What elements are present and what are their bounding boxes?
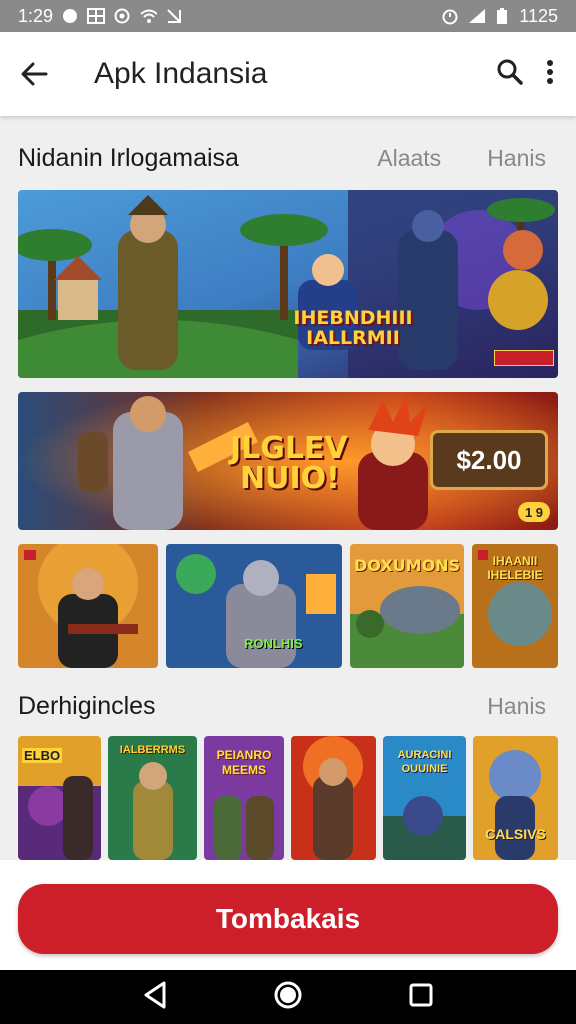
featured-header: Nidanin Irlogamaisa Alaats Hanis bbox=[18, 144, 546, 173]
banner-2-price: $2.00 bbox=[456, 444, 522, 475]
page-title: Apk Indansia bbox=[94, 57, 268, 90]
small-tile-6-label: CALSIVS bbox=[485, 826, 546, 842]
signal-icon bbox=[467, 7, 486, 25]
small-tile-2-label: IALBERRMS bbox=[119, 744, 186, 756]
banner-card-2[interactable]: JLGLEV NUIO! $2.00 1 9 bbox=[18, 392, 558, 530]
featured-tile-4-label: IHAANII IHELEBIE bbox=[487, 554, 543, 582]
featured-tile-2[interactable]: RONLHIS bbox=[166, 544, 342, 668]
banner-2-badge: 1 9 bbox=[518, 502, 550, 522]
small-tile-5-label: AURACINI OUUINIE bbox=[397, 749, 452, 775]
featured-link-2[interactable]: Hanis bbox=[487, 145, 546, 172]
small-tile-6[interactable]: CALSIVS bbox=[473, 736, 558, 860]
more-vert-icon[interactable] bbox=[546, 58, 554, 91]
no-signal-icon bbox=[165, 7, 183, 25]
alarm-icon bbox=[441, 7, 459, 25]
banner-1-badge bbox=[494, 350, 554, 366]
featured-tile-3[interactable]: DOXUMONS bbox=[350, 544, 464, 668]
second-title: Derhigincles bbox=[18, 692, 156, 720]
small-tile-4[interactable] bbox=[291, 736, 376, 860]
small-tile-1[interactable]: ELBO bbox=[18, 736, 101, 860]
content-scroll[interactable]: Nidanin Irlogamaisa Alaats Hanis IHEBNDH… bbox=[0, 118, 576, 860]
small-tile-5[interactable]: AURACINI OUUINIE bbox=[383, 736, 466, 860]
banner-1-title: IHEBNDHIII IALLRMII bbox=[288, 308, 418, 348]
featured-link-1[interactable]: Alaats bbox=[377, 145, 441, 172]
banner-2-line-1: JLGLEV bbox=[230, 431, 348, 466]
back-arrow-icon[interactable] bbox=[14, 54, 54, 94]
status-clock-right: 1125 bbox=[519, 5, 558, 26]
banner-2-title: JLGLEV NUIO! bbox=[230, 434, 348, 494]
search-icon[interactable] bbox=[496, 58, 524, 91]
nav-home-icon[interactable] bbox=[273, 980, 303, 1015]
banner-1-line-2: IALLRMII bbox=[306, 327, 400, 349]
system-nav-bar bbox=[0, 970, 576, 1024]
banner-card-1[interactable]: IHEBNDHIII IALLRMII bbox=[18, 190, 558, 378]
app-bar: Apk Indansia bbox=[0, 32, 576, 116]
banner-1-line-1: IHEBNDHIII bbox=[293, 307, 413, 329]
featured-title: Nidanin Irlogamaisa bbox=[18, 144, 239, 172]
notification-dot-icon bbox=[61, 7, 79, 25]
second-link[interactable]: Hanis bbox=[487, 693, 546, 720]
battery-icon bbox=[493, 7, 511, 25]
banner-2-price-tag: $2.00 bbox=[430, 430, 548, 490]
small-tile-1-label: ELBO bbox=[22, 748, 63, 763]
featured-tile-2-label: RONLHIS bbox=[244, 636, 303, 651]
status-bar: 1:29 1125 bbox=[0, 0, 576, 32]
featured-tile-4[interactable]: IHAANII IHELEBIE bbox=[472, 544, 558, 668]
status-time: 1:29 bbox=[18, 5, 54, 26]
second-header: Derhigincles Hanis bbox=[18, 692, 546, 721]
primary-cta-button[interactable]: Tombakais bbox=[18, 884, 558, 954]
small-tile-3[interactable]: PEIANRO MEEMS bbox=[204, 736, 284, 860]
banner-2-line-2: NUIO! bbox=[240, 461, 340, 496]
featured-tile-3-label: DOXUMONS bbox=[354, 556, 461, 575]
grid-notification-icon bbox=[87, 7, 106, 25]
wifi-icon bbox=[139, 7, 158, 25]
small-tile-3-label: PEIANRO MEEMS bbox=[216, 748, 272, 777]
bottom-bar: Tombakais bbox=[0, 860, 576, 970]
banner-2-badge-text: 1 9 bbox=[524, 504, 544, 520]
nav-recents-icon[interactable] bbox=[408, 982, 434, 1013]
target-icon bbox=[113, 7, 131, 25]
featured-tile-1[interactable] bbox=[18, 544, 158, 668]
nav-back-icon[interactable] bbox=[142, 981, 168, 1014]
small-tile-2[interactable]: IALBERRMS bbox=[108, 736, 197, 860]
